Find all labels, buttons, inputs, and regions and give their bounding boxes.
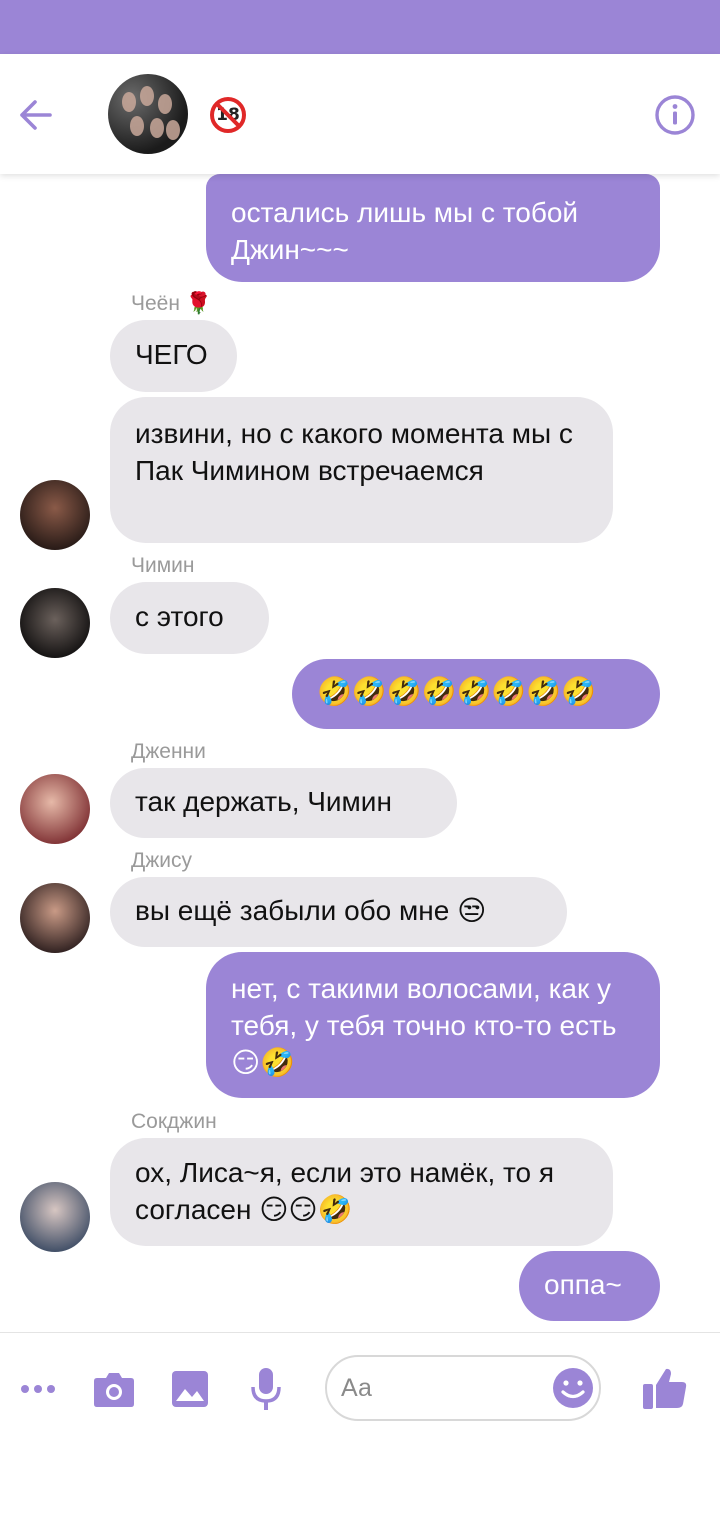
age-restriction-badge: 18	[210, 97, 246, 133]
gallery-button[interactable]	[170, 1367, 210, 1411]
camera-icon	[94, 1373, 134, 1407]
message-text: остались лишь мы с тобой Джин~~~	[231, 197, 579, 265]
sender-name: Чеён 🌹	[131, 292, 212, 315]
avatar-jisoo[interactable]	[20, 883, 90, 953]
message-bubble-outgoing[interactable]: 🤣🤣🤣🤣🤣🤣🤣🤣	[292, 659, 660, 729]
info-icon	[655, 95, 695, 135]
microphone-icon	[251, 1368, 281, 1410]
chat-header: 18	[0, 54, 720, 174]
message-text: оппа~	[544, 1269, 622, 1300]
like-button[interactable]	[640, 1363, 690, 1413]
info-button[interactable]	[654, 94, 696, 136]
voice-button[interactable]	[248, 1365, 284, 1413]
arrow-left-icon	[20, 100, 52, 130]
avatar-jimin[interactable]	[20, 588, 90, 658]
message-bubble-outgoing[interactable]: оппа~	[519, 1251, 660, 1321]
thumbs-up-icon	[643, 1368, 687, 1409]
back-button[interactable]	[14, 94, 56, 136]
camera-button[interactable]	[92, 1367, 136, 1411]
message-text: извини, но с какого момента мы с Пак Чим…	[135, 418, 573, 486]
message-text: ЧЕГО	[135, 339, 208, 370]
message-text: так держать, Чимин	[135, 786, 392, 817]
sender-name: Сокджин	[131, 1110, 217, 1133]
message-text: ох, Лиса~я, если это намёк, то я согласе…	[135, 1157, 555, 1225]
message-bubble-incoming[interactable]: вы ещё забыли обо мне 😒	[110, 877, 567, 947]
message-text: 🤣🤣🤣🤣🤣🤣🤣🤣	[317, 676, 596, 707]
group-avatar[interactable]	[108, 74, 188, 154]
emoji-icon	[553, 1368, 593, 1408]
message-list[interactable]: остались лишь мы с тобой Джин~~~ Чеён 🌹 …	[0, 174, 720, 1332]
emoji-button[interactable]	[551, 1366, 595, 1410]
sender-name: Дженни	[131, 740, 206, 763]
message-bubble-outgoing[interactable]: остались лишь мы с тобой Джин~~~	[206, 174, 660, 282]
message-bubble-incoming[interactable]: извини, но с какого момента мы с Пак Чим…	[110, 397, 613, 543]
avatar-chaeyoung[interactable]	[20, 480, 90, 550]
message-bubble-incoming[interactable]: ох, Лиса~я, если это намёк, то я согласе…	[110, 1138, 613, 1246]
message-text: вы ещё забыли обо мне 😒	[135, 895, 487, 926]
message-bubble-incoming[interactable]: с этого	[110, 582, 269, 654]
message-text: с этого	[135, 601, 224, 632]
avatar-jennie[interactable]	[20, 774, 90, 844]
status-bar	[0, 0, 720, 54]
age-badge-label: 18	[216, 105, 240, 125]
message-composer	[0, 1332, 720, 1520]
more-icon	[21, 1385, 55, 1393]
image-icon	[172, 1371, 208, 1407]
message-text: нет, с такими волосами, как у тебя, у те…	[231, 973, 617, 1078]
message-bubble-incoming[interactable]: ЧЕГО	[110, 320, 237, 392]
message-bubble-incoming[interactable]: так держать, Чимин	[110, 768, 457, 838]
more-button[interactable]	[18, 1369, 58, 1409]
message-bubble-outgoing[interactable]: нет, с такими волосами, как у тебя, у те…	[206, 952, 660, 1098]
sender-name: Джису	[131, 849, 193, 872]
avatar-seokjin[interactable]	[20, 1182, 90, 1252]
sender-name: Чимин	[131, 554, 195, 577]
